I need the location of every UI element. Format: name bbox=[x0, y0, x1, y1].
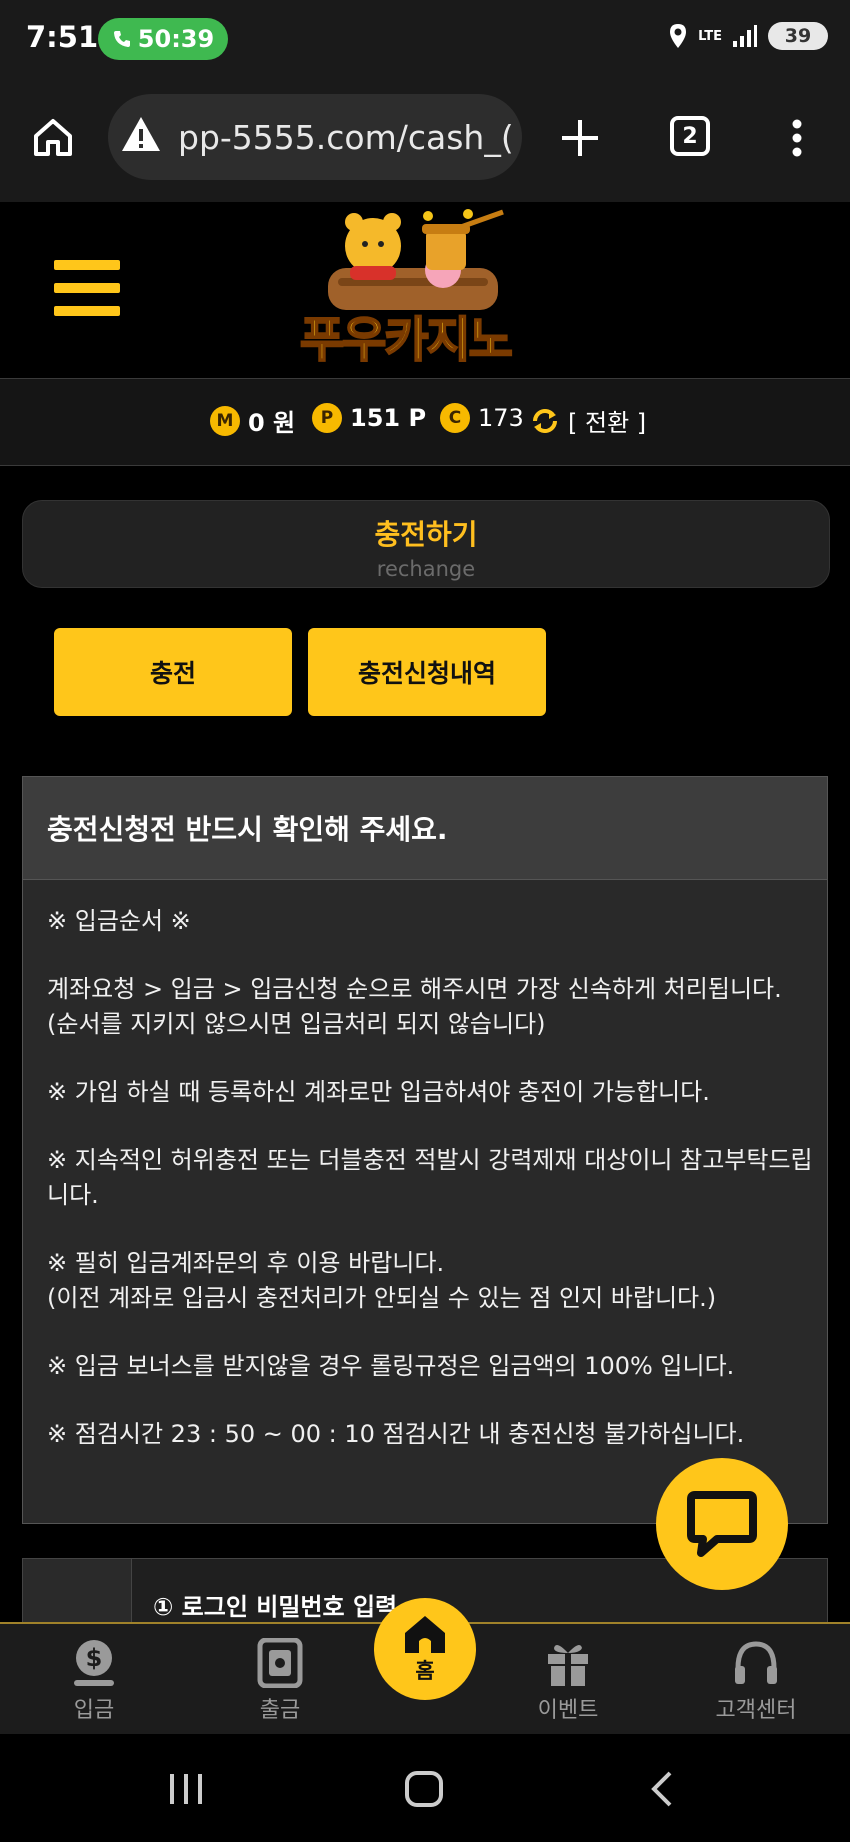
money-balance: M 0 원 bbox=[210, 403, 295, 438]
convert-button[interactable]: [ 전환 ] bbox=[530, 403, 646, 438]
url-text[interactable]: pp-5555.com/cash_( bbox=[178, 118, 514, 157]
system-nav-bar bbox=[0, 1734, 850, 1842]
tab-count: 2 bbox=[682, 123, 698, 149]
svg-text:$: $ bbox=[86, 1644, 103, 1672]
nav-support[interactable]: 고객센터 bbox=[696, 1638, 816, 1724]
chat-button[interactable] bbox=[656, 1458, 788, 1590]
nav-withdraw-label: 출금 bbox=[259, 1698, 301, 1723]
nav-event-label: 이벤트 bbox=[537, 1698, 599, 1723]
call-timer: 50:39 bbox=[137, 25, 215, 53]
nav-home-label: 홈 bbox=[415, 1659, 435, 1683]
network-label: LTE bbox=[698, 28, 722, 44]
call-indicator[interactable]: 50:39 bbox=[98, 18, 228, 60]
recent-apps-icon[interactable] bbox=[166, 1772, 206, 1810]
nav-event[interactable]: 이벤트 bbox=[508, 1638, 628, 1724]
point-balance: P 151 P bbox=[312, 403, 426, 433]
notice-heading: 충전신청전 반드시 확인해 주세요. bbox=[23, 777, 827, 880]
notice-body: ※ 입금순서 ※ 계좌요청 > 입금 > 입금신청 순으로 해주시면 가장 신속… bbox=[23, 880, 827, 1452]
point-value: 151 P bbox=[350, 404, 427, 432]
nav-support-label: 고객센터 bbox=[715, 1698, 797, 1723]
plus-icon[interactable] bbox=[560, 118, 600, 162]
coin-value: 173 bbox=[478, 404, 524, 432]
url-bar[interactable]: pp-5555.com/cash_( bbox=[108, 94, 522, 180]
browser-toolbar: pp-5555.com/cash_( 2 bbox=[0, 80, 850, 203]
kebab-menu-icon[interactable] bbox=[790, 118, 804, 162]
notice-line: ※ 필히 입금계좌문의 후 이용 바랍니다. (이전 계좌로 입금시 충전처리가… bbox=[47, 1249, 717, 1312]
home-system-icon[interactable] bbox=[404, 1770, 444, 1812]
status-bar: 7:51 50:39 LTE 39 bbox=[0, 0, 850, 80]
tabs-icon[interactable]: 2 bbox=[670, 116, 710, 156]
refresh-icon[interactable] bbox=[530, 406, 560, 436]
atm-icon bbox=[257, 1638, 303, 1688]
step-label: ① 로그인 비밀번호 입력 bbox=[153, 1593, 398, 1621]
battery-indicator: 39 bbox=[768, 22, 828, 50]
home-icon[interactable] bbox=[32, 116, 74, 162]
notice-panel: 충전신청전 반드시 확인해 주세요. ※ 입금순서 ※ 계좌요청 > 입금 > … bbox=[22, 776, 828, 1524]
battery-level: 39 bbox=[784, 25, 812, 47]
coin-balance: C 173 bbox=[440, 403, 524, 433]
nav-home[interactable]: 홈 bbox=[374, 1598, 476, 1700]
nav-withdraw[interactable]: 출금 bbox=[220, 1638, 340, 1724]
money-value: 0 원 bbox=[248, 409, 296, 437]
signal-icon bbox=[733, 25, 757, 47]
money-coin-icon: M bbox=[210, 405, 240, 436]
point-coin-icon: P bbox=[312, 403, 342, 433]
page-subtitle: rechange bbox=[376, 557, 476, 581]
convert-label[interactable]: [ 전환 ] bbox=[568, 403, 646, 438]
location-icon bbox=[670, 24, 687, 48]
home-nav-icon bbox=[405, 1616, 445, 1653]
tab-charge-history[interactable]: 충전신청내역 bbox=[308, 628, 546, 716]
status-icons: LTE 39 bbox=[668, 22, 828, 50]
notice-line: ※ 입금순서 ※ bbox=[47, 907, 191, 935]
page-title-box: 충전하기 rechange bbox=[22, 500, 830, 588]
notice-line: 계좌요청 > 입금 > 입금신청 순으로 해주시면 가장 신속하게 처리됩니다.… bbox=[47, 975, 782, 1038]
gift-icon bbox=[548, 1644, 588, 1686]
site-logo[interactable]: 푸우카지노 bbox=[299, 300, 514, 370]
chat-bubble-icon[interactable] bbox=[687, 1491, 757, 1557]
back-icon[interactable] bbox=[648, 1770, 674, 1812]
warning-icon[interactable] bbox=[120, 114, 162, 158]
c-coin-icon: C bbox=[440, 403, 470, 433]
notice-line: ※ 입금 보너스를 받지않을 경우 롤링규정은 입금액의 100% 입니다. bbox=[47, 1352, 735, 1380]
tab-charge[interactable]: 충전 bbox=[54, 628, 292, 716]
notice-line: ※ 점검시간 23 : 50 ~ 00 : 10 점검시간 내 충전신청 불가하… bbox=[47, 1420, 745, 1448]
status-time: 7:51 bbox=[26, 20, 99, 54]
notice-line: ※ 가입 하실 때 등록하신 계좌로만 입금하셔야 충전이 가능합니다. bbox=[47, 1078, 710, 1106]
nav-deposit[interactable]: $ 입금 bbox=[34, 1638, 154, 1724]
nav-deposit-label: 입금 bbox=[73, 1698, 115, 1723]
balance-bar: M 0 원 P 151 P C 173 [ 전환 ] bbox=[0, 379, 850, 466]
phone-icon bbox=[113, 31, 130, 47]
hamburger-menu-icon[interactable] bbox=[54, 260, 120, 329]
headset-icon bbox=[735, 1641, 777, 1684]
notice-line: ※ 지속적인 허위충전 또는 더블충전 적발시 강력제재 대상이니 참고부탁드립… bbox=[47, 1146, 813, 1209]
page-title: 충전하기 bbox=[374, 518, 478, 551]
dollar-coin-icon: $ bbox=[74, 1640, 114, 1686]
